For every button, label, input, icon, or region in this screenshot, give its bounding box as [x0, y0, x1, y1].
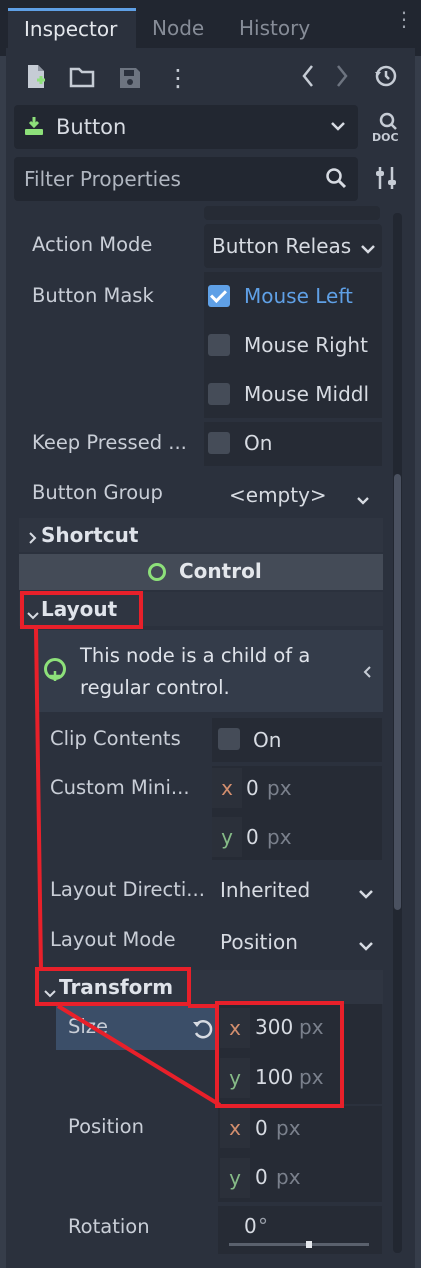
annotation-lines	[34, 628, 222, 1107]
